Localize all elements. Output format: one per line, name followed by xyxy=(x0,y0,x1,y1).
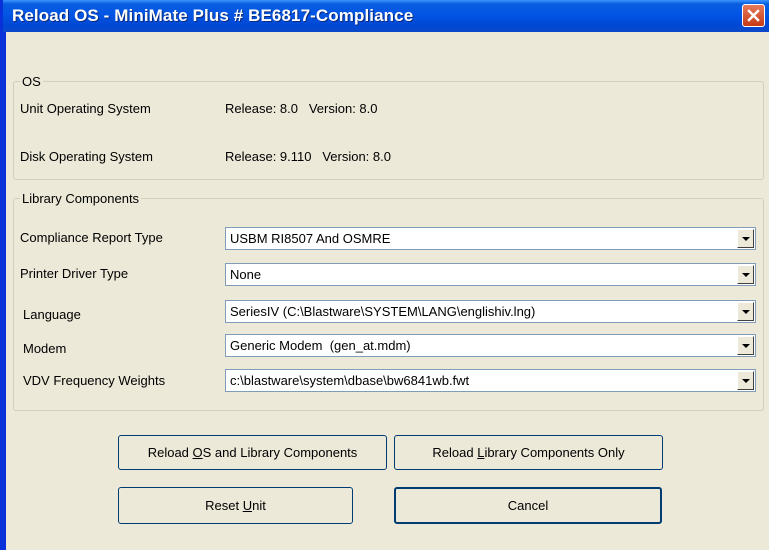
os-group: OS xyxy=(13,74,764,180)
reset-unit-label: Reset Unit xyxy=(205,498,266,513)
vdv-frequency-weights-label: VDV Frequency Weights xyxy=(23,373,166,388)
language-label: Language xyxy=(23,307,81,322)
printer-driver-type-value: None xyxy=(230,267,262,282)
modem-value: Generic Modem (gen_at.mdm) xyxy=(230,338,411,353)
os-group-legend: OS xyxy=(22,74,41,89)
unit-os-label: Unit Operating System xyxy=(20,101,151,116)
vdv-frequency-weights-select[interactable]: c:\blastware\system\dbase\bw6841wb.fwt xyxy=(225,369,756,392)
library-group-legend: Library Components xyxy=(22,191,140,206)
reload-library-only-button[interactable]: Reload Library Components Only xyxy=(394,435,663,470)
window-title: Reload OS - MiniMate Plus # BE6817-Compl… xyxy=(12,6,414,25)
language-select[interactable]: SeriesIV (C:\Blastware\SYSTEM\LANG\engli… xyxy=(225,300,756,323)
printer-driver-type-dropdown-button[interactable] xyxy=(737,265,754,284)
close-icon xyxy=(747,9,760,22)
disk-os-label: Disk Operating System xyxy=(20,149,153,164)
unit-os-value: Release: 8.0 Version: 8.0 xyxy=(225,101,378,116)
dialog-window: Reload OS - MiniMate Plus # BE6817-Compl… xyxy=(0,0,769,550)
printer-driver-type-select[interactable]: None xyxy=(225,263,756,286)
chevron-down-icon xyxy=(742,344,750,348)
modem-select[interactable]: Generic Modem (gen_at.mdm) xyxy=(225,334,756,357)
compliance-report-type-label: Compliance Report Type xyxy=(20,230,163,245)
compliance-report-type-value: USBM RI8507 And OSMRE xyxy=(230,231,391,246)
vdv-frequency-weights-dropdown-button[interactable] xyxy=(737,371,754,390)
modem-dropdown-button[interactable] xyxy=(737,336,754,355)
close-button[interactable] xyxy=(742,4,765,27)
disk-os-value: Release: 9.110 Version: 8.0 xyxy=(225,149,391,164)
modem-label: Modem xyxy=(23,341,67,356)
chevron-down-icon xyxy=(742,379,750,383)
vdv-frequency-weights-value: c:\blastware\system\dbase\bw6841wb.fwt xyxy=(230,373,470,388)
language-dropdown-button[interactable] xyxy=(737,302,754,321)
reset-unit-button[interactable]: Reset Unit xyxy=(118,487,353,524)
reload-library-only-label: Reload Library Components Only xyxy=(432,445,625,460)
chevron-down-icon xyxy=(742,310,750,314)
dialog-body: OS Unit Operating System Release: 8.0 Ve… xyxy=(6,32,769,550)
cancel-button[interactable]: Cancel xyxy=(394,487,662,524)
compliance-report-type-select[interactable]: USBM RI8507 And OSMRE xyxy=(225,227,756,250)
title-bar[interactable]: Reload OS - MiniMate Plus # BE6817-Compl… xyxy=(3,0,769,32)
compliance-report-type-dropdown-button[interactable] xyxy=(737,229,754,248)
cancel-label: Cancel xyxy=(507,498,549,513)
reload-os-and-library-button[interactable]: Reload OS and Library Components xyxy=(118,435,387,470)
chevron-down-icon xyxy=(742,273,750,277)
chevron-down-icon xyxy=(742,237,750,241)
reload-os-and-library-label: Reload OS and Library Components xyxy=(147,445,358,460)
language-value: SeriesIV (C:\Blastware\SYSTEM\LANG\engli… xyxy=(230,304,536,319)
printer-driver-type-label: Printer Driver Type xyxy=(20,266,129,281)
